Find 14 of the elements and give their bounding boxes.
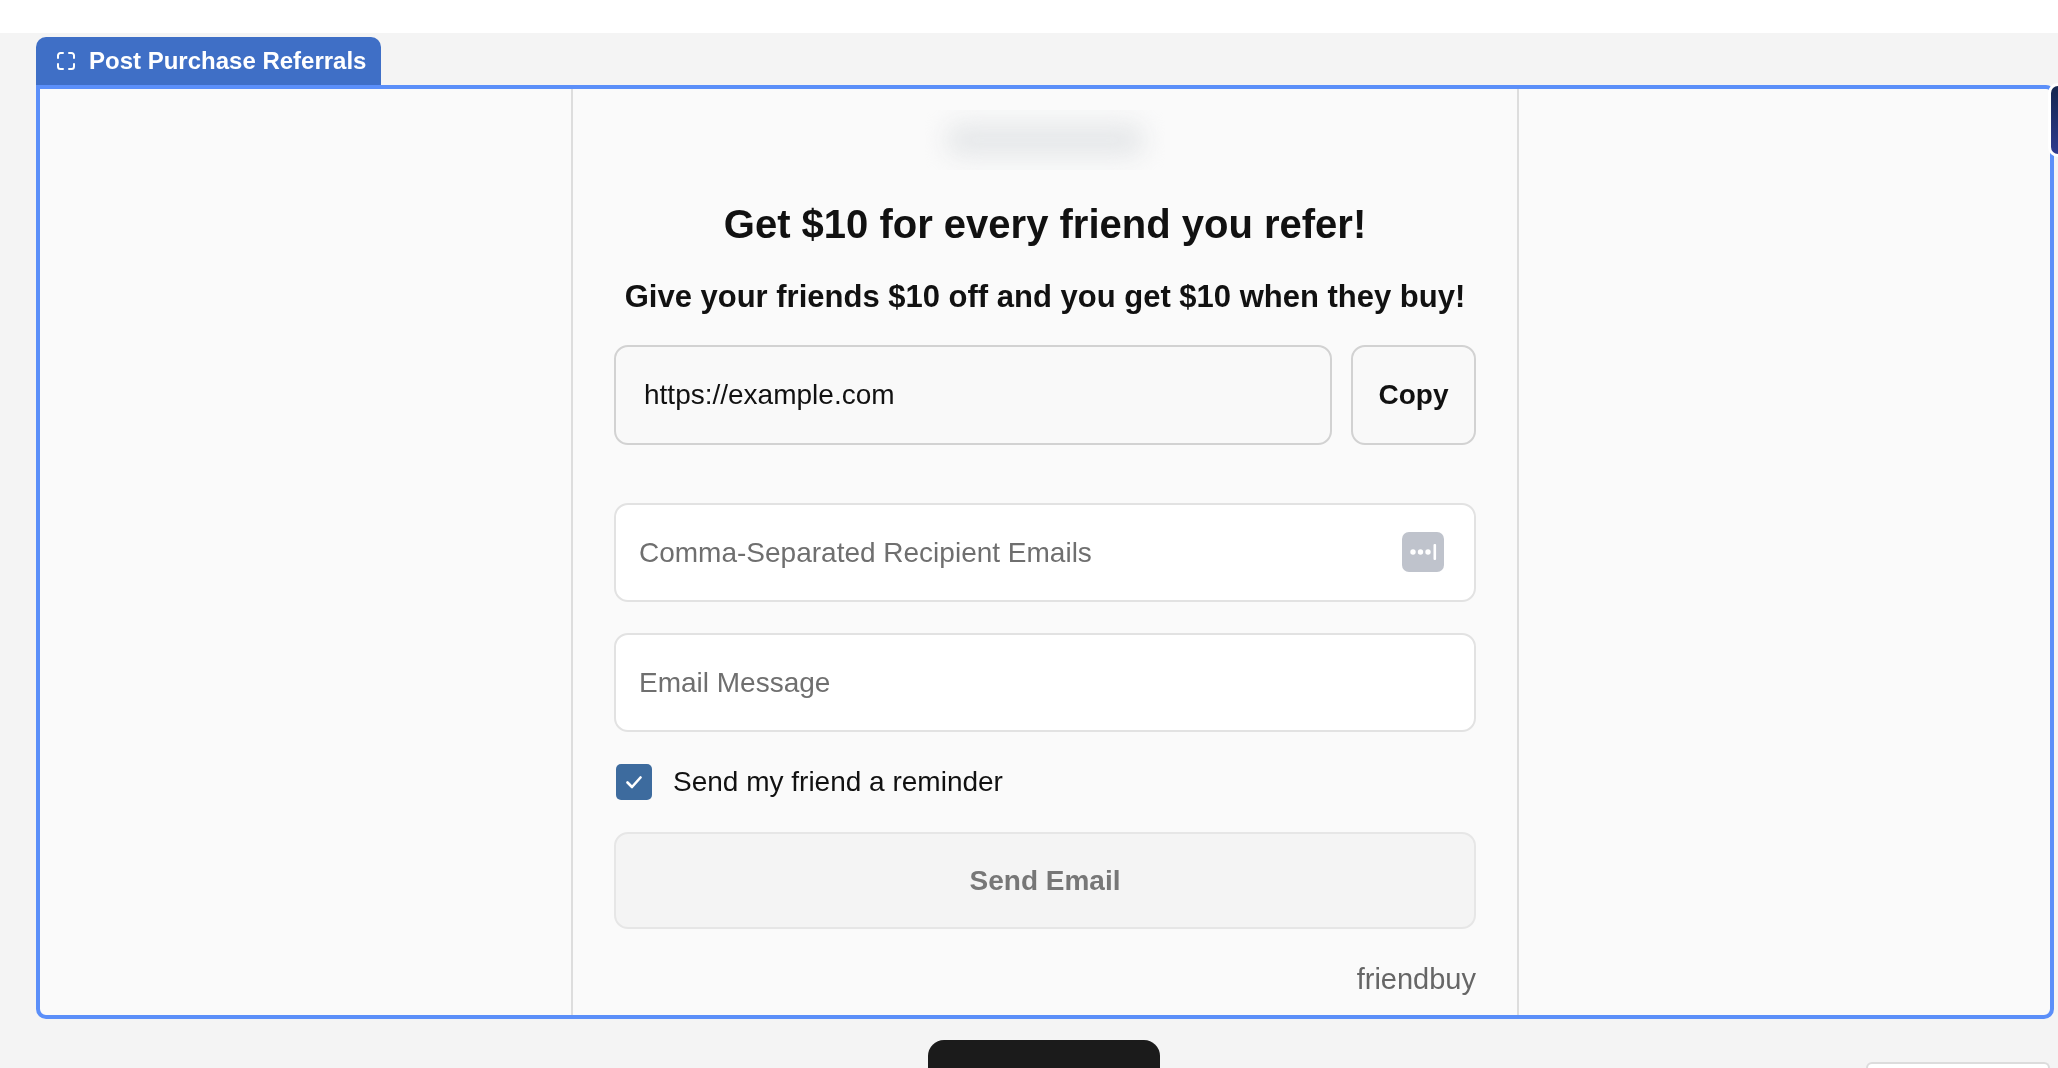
email-message-field[interactable]: Email Message bbox=[614, 633, 1476, 732]
heading: Get $10 for every friend you refer! bbox=[722, 201, 1368, 248]
checkmark-icon bbox=[626, 775, 642, 789]
recipient-emails-field[interactable]: Comma-Separated Recipient Emails bbox=[614, 503, 1476, 602]
side-tab[interactable] bbox=[2048, 83, 2058, 157]
checkbox[interactable] bbox=[616, 764, 652, 800]
subheading: Give your friends $10 off and you get $10 when they buy! bbox=[623, 279, 1467, 315]
checkbox-label: Send my friend a reminder bbox=[673, 765, 1003, 799]
frame-corners-icon bbox=[57, 52, 75, 70]
dots-icon[interactable] bbox=[1402, 532, 1444, 572]
widget-tab[interactable]: Post Purchase Referrals bbox=[36, 37, 381, 85]
branding-text: friendbuy bbox=[1356, 963, 1476, 995]
referral-link-field[interactable]: https://example.com bbox=[614, 345, 1332, 445]
copy-button[interactable]: Copy bbox=[1351, 345, 1476, 445]
